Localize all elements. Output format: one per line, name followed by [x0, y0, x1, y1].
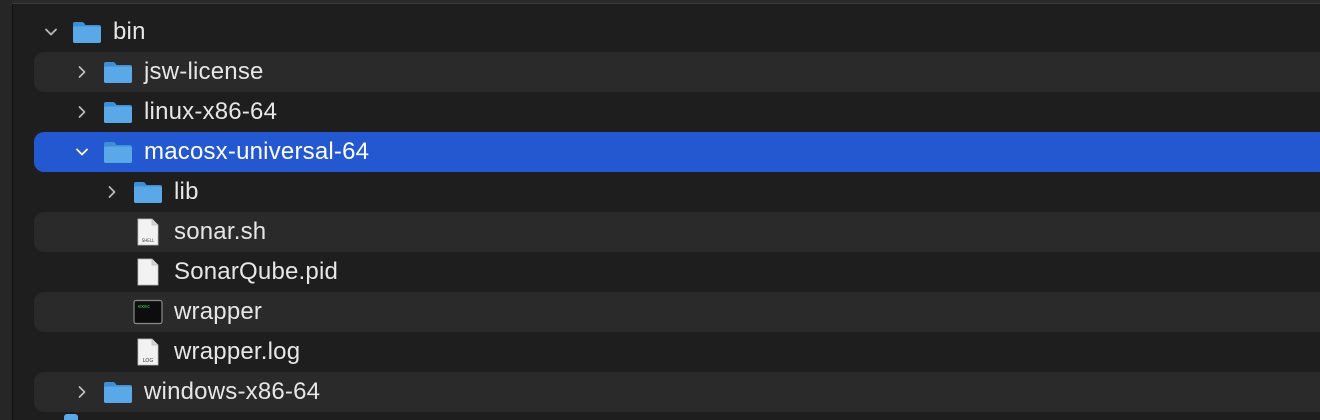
row-label: macosx-universal-64	[144, 138, 370, 165]
row-label: linux-x86-64	[144, 98, 278, 125]
folder-icon	[133, 179, 163, 205]
chevron-down-icon[interactable]	[75, 145, 89, 159]
folder-icon-partial	[64, 414, 78, 420]
window-left-edge	[0, 0, 13, 420]
terminal-executable-icon: exec	[133, 299, 163, 325]
chevron-right-icon[interactable]	[105, 185, 119, 199]
tree-row-sonarqube-pid[interactable]: SonarQube.pid	[34, 252, 1320, 292]
chevron-right-icon[interactable]	[75, 385, 89, 399]
row-label: SonarQube.pid	[174, 258, 339, 285]
folder-icon	[72, 19, 102, 45]
tree-row-windows-x86-64[interactable]: windows-x86-64	[34, 372, 1320, 412]
row-label: wrapper.log	[174, 338, 301, 365]
tree-row-lib[interactable]: lib	[34, 172, 1320, 212]
folder-icon	[103, 99, 133, 125]
top-divider	[12, 0, 1320, 4]
row-label: sonar.sh	[174, 218, 267, 245]
folder-icon	[103, 59, 133, 85]
svg-text:LOG: LOG	[143, 358, 154, 364]
shell-script-icon: SHELL	[133, 218, 163, 246]
tree-row-sonar-sh[interactable]: SHELL sonar.sh	[34, 212, 1320, 252]
no-disclosure	[105, 345, 119, 359]
chevron-right-icon[interactable]	[75, 65, 89, 79]
tree-row-jsw-license[interactable]: jsw-license	[34, 52, 1320, 92]
chevron-down-icon[interactable]	[44, 25, 58, 39]
tree-row-bin[interactable]: bin	[34, 12, 1320, 52]
log-file-icon: LOG	[133, 338, 163, 366]
tree-row-macosx-universal-64[interactable]: macosx-universal-64	[34, 132, 1320, 172]
no-disclosure	[105, 265, 119, 279]
folder-icon	[103, 139, 133, 165]
row-label: lib	[174, 178, 199, 205]
tree-row-linux-x86-64[interactable]: linux-x86-64	[34, 92, 1320, 132]
row-label: wrapper	[174, 298, 263, 325]
row-label: jsw-license	[144, 58, 264, 85]
row-label: windows-x86-64	[144, 378, 321, 405]
no-disclosure	[105, 225, 119, 239]
svg-text:exec: exec	[138, 304, 150, 310]
folder-icon	[103, 379, 133, 405]
tree-row-wrapper[interactable]: exec wrapper	[34, 292, 1320, 332]
file-tree: bin jsw-license linux-x86-64 macosx-univ…	[34, 12, 1320, 412]
chevron-right-icon[interactable]	[75, 105, 89, 119]
svg-text:SHELL: SHELL	[142, 238, 155, 243]
no-disclosure	[105, 305, 119, 319]
row-label: bin	[113, 18, 146, 45]
document-icon	[133, 258, 163, 286]
tree-row-wrapper-log[interactable]: LOG wrapper.log	[34, 332, 1320, 372]
